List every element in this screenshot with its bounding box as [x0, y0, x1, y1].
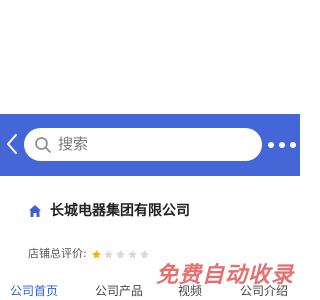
store-rating: 店铺总评价:	[28, 246, 151, 262]
more-dot	[279, 142, 285, 148]
nav-products[interactable]: 公司产品	[95, 282, 143, 300]
nav-home[interactable]: 公司首页	[10, 282, 58, 300]
watermark: 免费自动收录	[156, 263, 295, 288]
star-icon	[103, 249, 113, 259]
more-dots-icon	[268, 142, 274, 148]
search-placeholder: 搜索	[58, 135, 89, 153]
search-icon	[35, 137, 51, 153]
search-input[interactable]: 搜索	[24, 128, 262, 161]
star-icon	[115, 249, 125, 259]
search-header: 搜索	[0, 114, 300, 176]
more-dot	[290, 142, 296, 148]
rating-label: 店铺总评价:	[28, 247, 87, 260]
star-icon	[91, 249, 101, 259]
star-icon	[139, 249, 149, 259]
rating-stars	[91, 249, 151, 260]
company-name: 长城电器集团有限公司	[50, 203, 190, 219]
chevron-left-icon	[7, 134, 17, 154]
star-icon	[127, 249, 137, 259]
more-button[interactable]	[268, 138, 296, 152]
home-icon	[29, 205, 41, 217]
company-header: 长城电器集团有限公司	[28, 200, 190, 222]
back-button[interactable]	[4, 131, 20, 157]
